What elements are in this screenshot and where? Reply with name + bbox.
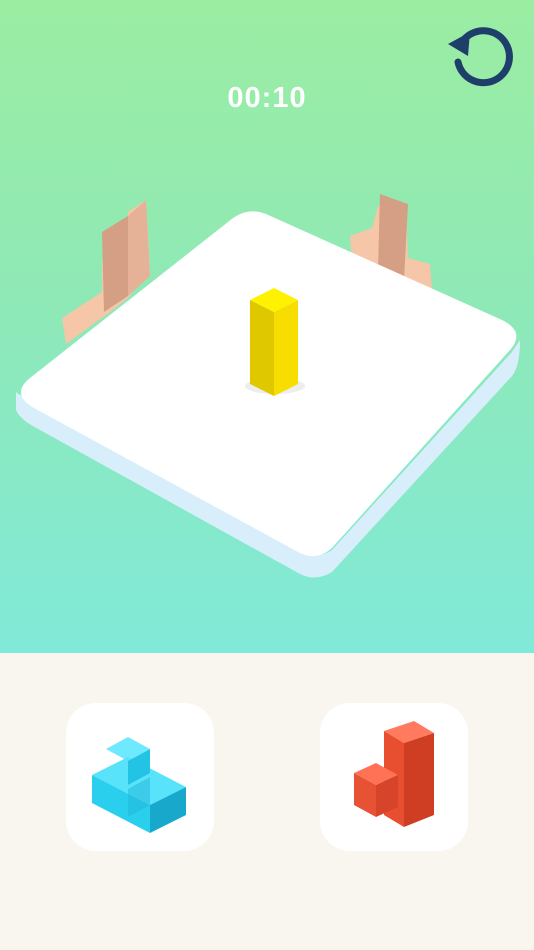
- piece-tray: [0, 653, 534, 950]
- restart-button[interactable]: [444, 22, 516, 88]
- cyan-l-piece[interactable]: [66, 703, 214, 851]
- red-l-piece[interactable]: [320, 703, 468, 851]
- restart-icon: [448, 27, 513, 87]
- target-block: [245, 288, 305, 396]
- game-board: [16, 211, 520, 578]
- piece-slot-cyan[interactable]: [66, 703, 214, 851]
- piece-slot-red[interactable]: [320, 703, 468, 851]
- game-scene: 00:10: [0, 0, 534, 653]
